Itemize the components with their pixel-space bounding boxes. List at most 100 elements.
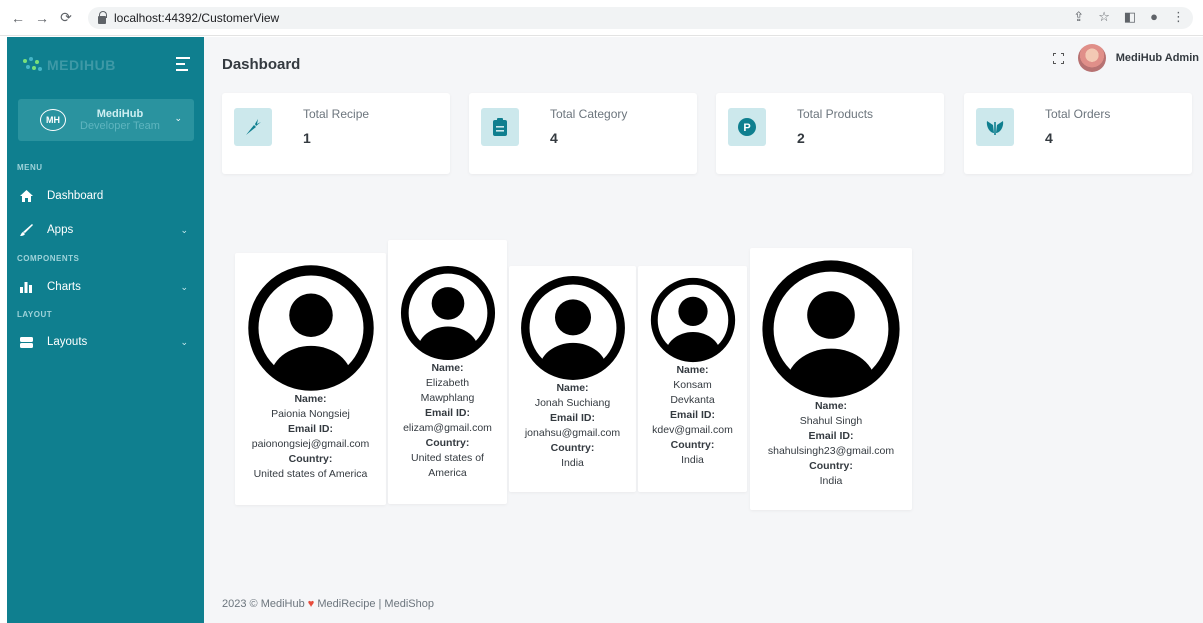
stat-value: 2: [797, 130, 805, 146]
stat-card-category: Total Category 4: [469, 93, 697, 174]
layers-icon: [19, 336, 33, 348]
sidebar-item-charts[interactable]: Charts ⌄: [7, 276, 204, 298]
customer-card: Name: Konsam Devkanta Email ID: kdev@gma…: [638, 266, 747, 492]
footer: 2023 © MediHub ♥ MediRecipe | MediShop: [204, 582, 1203, 623]
footer-links[interactable]: MediRecipe | MediShop: [317, 598, 434, 610]
sidebar: MEDIHUB MH MediHub Developer Team ⌄ MENU…: [7, 37, 204, 623]
customer-email: jonahsu@gmail.com: [524, 427, 621, 439]
more-menu-icon[interactable]: ⋮: [1172, 9, 1185, 25]
stat-value: 4: [550, 130, 558, 146]
customer-country: India: [561, 457, 584, 469]
sidebar-item-dashboard[interactable]: Dashboard: [7, 185, 204, 207]
stat-label: Total Recipe: [303, 107, 370, 121]
customer-name: Shahul Singh: [799, 415, 863, 427]
reload-icon[interactable]: ⟳: [56, 9, 76, 26]
name-label: Name:: [814, 400, 848, 412]
customer-name: Konsam Devkanta: [670, 379, 715, 406]
home-icon: [19, 190, 33, 202]
country-label: Country:: [670, 439, 715, 451]
footer-copyright: 2023 © MediHub: [222, 598, 305, 610]
customer-card: Name: Shahul Singh Email ID: shahulsingh…: [750, 248, 912, 510]
name-label: Name:: [431, 362, 464, 374]
lock-icon: [98, 11, 107, 24]
browser-toolbar: ← → ⟳ localhost:44392/CustomerView ⇪ ☆ ◧…: [0, 0, 1203, 36]
emblem-icon: [976, 108, 1014, 146]
sidebar-item-apps[interactable]: Apps ⌄: [7, 219, 204, 241]
user-avatar-icon: [400, 265, 495, 361]
sidebar-item-label: Dashboard: [47, 190, 104, 202]
product-p-icon: P: [728, 108, 766, 146]
customer-card: Name: Paionia Nongsiej Email ID: paionon…: [235, 253, 386, 505]
fullscreen-icon[interactable]: [1052, 52, 1064, 64]
chevron-down-icon: ⌄: [180, 224, 188, 235]
logo-icon: [21, 57, 43, 73]
customer-country: India: [819, 475, 843, 487]
stat-label: Total Orders: [1045, 107, 1111, 121]
chevron-down-icon: ⌄: [180, 281, 188, 292]
url-text: localhost:44392/CustomerView: [114, 11, 280, 25]
stat-card-orders: Total Orders 4: [964, 93, 1192, 174]
svg-text:P: P: [743, 122, 750, 134]
sidebar-toggle-icon[interactable]: ◧: [1124, 9, 1136, 25]
country-label: Country:: [425, 437, 470, 449]
stat-card-recipe: Total Recipe 1: [222, 93, 450, 174]
customer-name: Elizabeth Mawphlang: [420, 377, 475, 404]
country-label: Country:: [550, 442, 595, 454]
share-icon[interactable]: ⇪: [1073, 9, 1084, 25]
brand[interactable]: MEDIHUB: [7, 37, 204, 93]
avatar: MH: [40, 109, 66, 131]
email-label: Email ID:: [808, 430, 854, 442]
page-title: Dashboard: [222, 56, 301, 73]
heart-icon: ♥: [307, 598, 315, 610]
stat-label: Total Products: [797, 107, 874, 121]
user-role: Developer Team: [80, 120, 160, 132]
customer-name: Paionia Nongsiej: [271, 408, 350, 420]
admin-name[interactable]: MediHub Admin: [1116, 52, 1199, 64]
sidebar-item-label: Apps: [47, 224, 74, 236]
email-label: Email ID:: [425, 407, 470, 419]
name-label: Name:: [294, 393, 327, 405]
country-label: Country:: [809, 460, 853, 472]
back-arrow-icon[interactable]: ←: [8, 10, 28, 26]
topbar-user: MediHub Admin: [1052, 44, 1199, 72]
sidebar-item-label: Charts: [47, 281, 81, 293]
star-icon[interactable]: ☆: [1098, 9, 1110, 25]
user-avatar-icon: [762, 260, 900, 398]
brand-name: MEDIHUB: [47, 57, 116, 73]
stat-card-products: P Total Products 2: [716, 93, 944, 174]
forward-arrow-icon[interactable]: →: [32, 10, 52, 26]
country-label: Country:: [288, 453, 333, 465]
menu-toggle-icon[interactable]: [176, 57, 190, 75]
address-bar[interactable]: localhost:44392/CustomerView ⇪ ☆ ◧ ● ⋮: [88, 7, 1193, 29]
user-avatar-icon: [520, 276, 625, 380]
customer-country: India: [681, 454, 704, 466]
customer-email: paionongsiej@gmail.com: [251, 438, 370, 450]
user-dropdown[interactable]: MH MediHub Developer Team ⌄: [18, 99, 194, 141]
avatar[interactable]: [1077, 44, 1106, 72]
name-label: Name:: [556, 382, 589, 394]
carrot-icon: [234, 108, 272, 146]
name-label: Name:: [676, 364, 709, 376]
brush-icon: [19, 224, 33, 236]
chevron-down-icon: ⌄: [180, 336, 188, 347]
customer-name: Jonah Suchiang: [534, 397, 611, 409]
menu-section-title: MENU: [17, 163, 43, 172]
user-name: MediHub: [96, 108, 144, 120]
customer-email: kdev@gmail.com: [652, 424, 733, 436]
email-label: Email ID:: [550, 412, 595, 424]
email-label: Email ID:: [670, 409, 715, 421]
profile-icon[interactable]: ●: [1150, 9, 1158, 25]
chevron-down-icon: ⌄: [174, 113, 182, 123]
bar-chart-icon: [19, 281, 33, 293]
stat-label: Total Category: [550, 107, 628, 121]
customer-email: shahulsingh23@gmail.com: [767, 445, 895, 457]
customer-email: elizam@gmail.com: [403, 422, 492, 434]
clipboard-icon: [481, 108, 519, 146]
email-label: Email ID:: [288, 423, 333, 435]
sidebar-item-layouts[interactable]: Layouts ⌄: [7, 331, 204, 353]
sidebar-item-label: Layouts: [47, 336, 88, 348]
user-avatar-icon: [650, 277, 735, 363]
customer-country: United states of America: [411, 452, 484, 479]
stat-value: 1: [303, 130, 311, 146]
customer-card: Name: Jonah Suchiang Email ID: jonahsu@g…: [509, 266, 636, 492]
